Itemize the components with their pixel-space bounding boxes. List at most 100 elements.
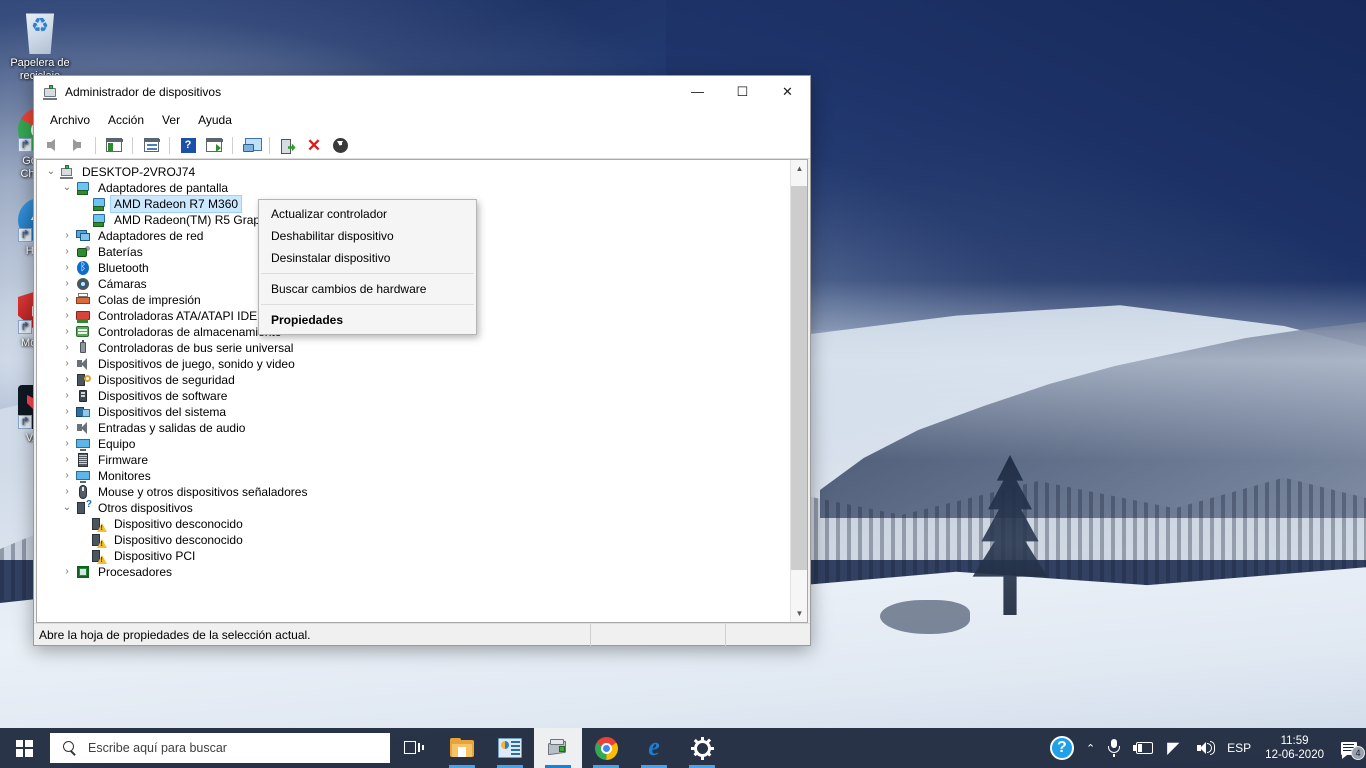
window-titlebar[interactable]: Administrador de dispositivos — ☐ ✕	[34, 76, 810, 107]
wallpaper-rock	[880, 600, 970, 634]
tray-microphone-button[interactable]	[1101, 728, 1127, 768]
context-menu-item[interactable]: Desinstalar dispositivo	[259, 247, 476, 269]
taskbar-file-explorer-button[interactable]	[438, 728, 486, 768]
menu-ver[interactable]: Ver	[153, 110, 189, 130]
chevron-right-icon[interactable]: ›	[59, 452, 75, 468]
taskbar-search-box[interactable]: Escribe aquí para buscar	[50, 733, 390, 763]
chevron-right-icon[interactable]: ›	[59, 372, 75, 388]
taskbar-google-chrome-button[interactable]	[582, 728, 630, 768]
cpu-icon	[75, 564, 91, 580]
window-controls[interactable]: — ☐ ✕	[675, 76, 810, 107]
forward-button[interactable]	[65, 134, 89, 157]
wifi-icon	[1167, 738, 1185, 758]
help-button[interactable]: ?	[176, 134, 200, 157]
desktop-icon-recycle-bin[interactable]: Papelera de reciclaje	[2, 10, 78, 83]
tree-item[interactable]: › Equipo	[43, 436, 790, 452]
disable-device-button[interactable]	[328, 134, 352, 157]
chevron-right-icon[interactable]: ›	[59, 340, 75, 356]
tree-item[interactable]: ›Dispositivo desconocido	[43, 516, 790, 532]
tree-item[interactable]: › Controladoras de bus serie universal	[43, 340, 790, 356]
menu-ayuda[interactable]: Ayuda	[189, 110, 241, 130]
scroll-up-button[interactable]: ▲	[791, 160, 807, 177]
tree-item[interactable]: › Mouse y otros dispositivos señaladores	[43, 484, 790, 500]
update-driver-button[interactable]	[276, 134, 300, 157]
tree-item[interactable]: › Dispositivos del sistema	[43, 404, 790, 420]
windows-logo-icon	[15, 739, 33, 757]
chevron-down-icon[interactable]: ⌄	[43, 164, 59, 180]
scroll-down-button[interactable]: ▼	[791, 605, 807, 622]
tray-battery-button[interactable]	[1127, 728, 1161, 768]
chevron-right-icon[interactable]: ›	[59, 292, 75, 308]
tree-item[interactable]: ⌄? Otros dispositivos	[43, 500, 790, 516]
chevron-right-icon[interactable]: ›	[59, 484, 75, 500]
scrollbar-thumb[interactable]	[791, 186, 807, 570]
unknown-icon	[91, 548, 107, 564]
chevron-right-icon[interactable]: ›	[59, 308, 75, 324]
chevron-right-icon[interactable]: ›	[59, 228, 75, 244]
tree-item[interactable]: ⌄ Adaptadores de pantalla	[43, 180, 790, 196]
taskbar-microsoft-store-button[interactable]	[486, 728, 534, 768]
tree-item[interactable]: ›Dispositivo PCI	[43, 548, 790, 564]
tree-item[interactable]: › Entradas y salidas de audio	[43, 420, 790, 436]
tree-item[interactable]: › Dispositivos de software	[43, 388, 790, 404]
close-button[interactable]: ✕	[765, 76, 810, 107]
scan-hardware-changes-button[interactable]	[239, 134, 263, 157]
tree-item[interactable]: ⌄ DESKTOP-2VROJ74	[43, 164, 790, 180]
chevron-right-icon[interactable]: ›	[59, 356, 75, 372]
context-menu-item[interactable]: Deshabilitar dispositivo	[259, 225, 476, 247]
properties-button[interactable]	[139, 134, 163, 157]
chevron-down-icon[interactable]: ⌄	[59, 180, 75, 196]
context-menu-item[interactable]: Propiedades	[259, 309, 476, 331]
chevron-down-icon[interactable]: ⌄	[59, 500, 75, 516]
tray-help-button[interactable]: ?	[1044, 728, 1080, 768]
chevron-right-icon[interactable]: ›	[59, 420, 75, 436]
uninstall-device-button[interactable]: ✕	[302, 134, 326, 157]
display-icon	[91, 196, 107, 212]
chevron-right-icon[interactable]: ›	[59, 244, 75, 260]
back-button[interactable]	[39, 134, 63, 157]
tree-item[interactable]: › Dispositivos de juego, sonido y video	[43, 356, 790, 372]
show-console-tree-button[interactable]	[102, 134, 126, 157]
tree-item[interactable]: › Firmware	[43, 452, 790, 468]
system-tray[interactable]: ? ⌃ ESP 11:59 12-06-2020	[1044, 728, 1366, 768]
chevron-right-icon[interactable]: ›	[59, 404, 75, 420]
display-icon	[75, 180, 91, 196]
tree-item[interactable]: ›Dispositivo desconocido	[43, 532, 790, 548]
chevron-right-icon[interactable]: ›	[59, 260, 75, 276]
tray-language-indicator[interactable]: ESP	[1221, 728, 1257, 768]
context-menu-item[interactable]: Buscar cambios de hardware	[259, 278, 476, 300]
notification-center-button[interactable]: 4	[1332, 728, 1366, 768]
tree-item[interactable]: › Monitores	[43, 468, 790, 484]
chevron-right-icon[interactable]: ›	[59, 276, 75, 292]
device-manager-window[interactable]: Administrador de dispositivos — ☐ ✕ Arch…	[33, 75, 811, 646]
chevron-right-icon[interactable]: ›	[59, 564, 75, 580]
menu-accion[interactable]: Acción	[99, 110, 153, 130]
context-menu[interactable]: Actualizar controlador Deshabilitar dispo…	[258, 199, 477, 335]
chevron-right-icon[interactable]: ›	[59, 324, 75, 340]
taskbar-microsoft-edge-button[interactable]	[630, 728, 678, 768]
taskbar-device-manager-button[interactable]	[534, 728, 582, 768]
chevron-right-icon[interactable]: ›	[59, 468, 75, 484]
maximize-button[interactable]: ☐	[720, 76, 765, 107]
menubar[interactable]: Archivo Acción Ver Ayuda	[34, 107, 810, 132]
tree-item[interactable]: › Procesadores	[43, 564, 790, 580]
tray-network-button[interactable]	[1161, 728, 1191, 768]
menu-archivo[interactable]: Archivo	[41, 110, 99, 130]
show-action-pane-button[interactable]	[202, 134, 226, 157]
tray-volume-button[interactable]	[1191, 728, 1221, 768]
start-button[interactable]	[0, 728, 48, 768]
toolbar[interactable]: ? ✕	[34, 132, 810, 159]
context-menu-item[interactable]: Actualizar controlador	[259, 203, 476, 225]
taskbar-settings-button[interactable]	[678, 728, 726, 768]
taskbar-clock[interactable]: 11:59 12-06-2020	[1257, 728, 1332, 768]
tree-vertical-scrollbar[interactable]: ▲ ▼	[790, 160, 807, 622]
taskbar-task-view-button[interactable]	[390, 728, 438, 768]
tree-item-label: Dispositivo PCI	[114, 549, 196, 563]
minimize-button[interactable]: —	[675, 76, 720, 107]
taskbar[interactable]: Escribe aquí para buscar ?	[0, 728, 1366, 768]
tray-show-hidden-icons-button[interactable]: ⌃	[1080, 728, 1101, 768]
chevron-right-icon[interactable]: ›	[59, 388, 75, 404]
tree-item[interactable]: › Dispositivos de seguridad	[43, 372, 790, 388]
chevron-right-icon[interactable]: ›	[59, 436, 75, 452]
desktop[interactable]: Papelera de reciclaje ↱ Google Chrome ↱ …	[0, 0, 1366, 768]
